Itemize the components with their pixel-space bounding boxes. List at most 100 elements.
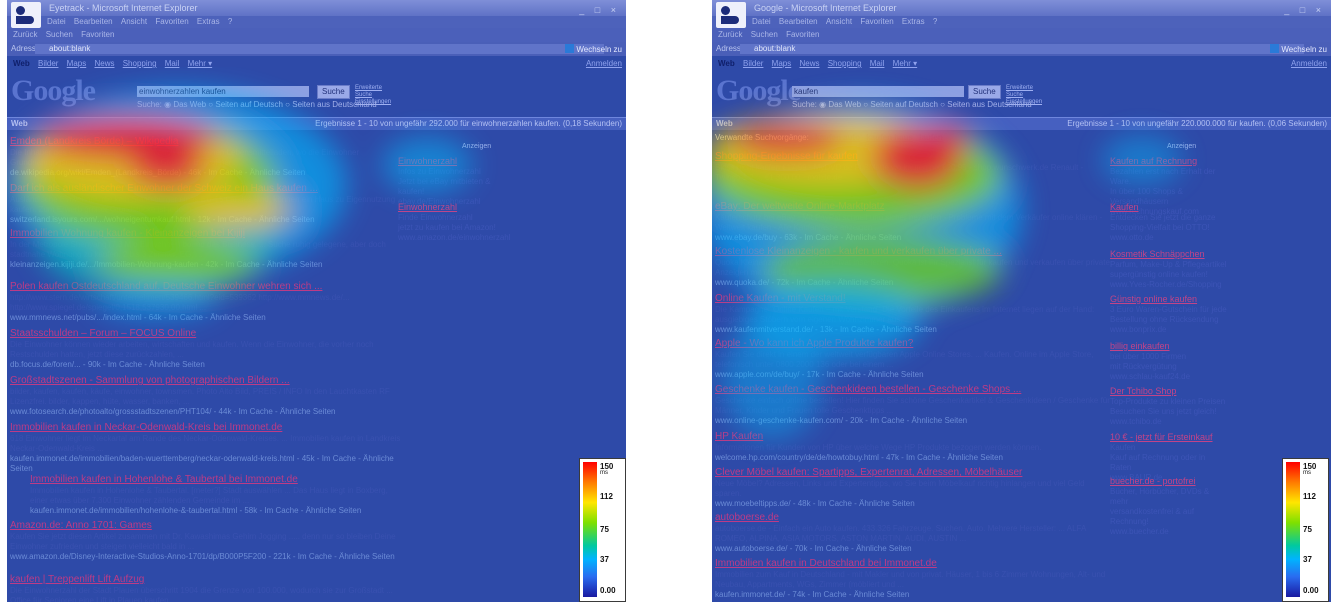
result-url[interactable]: www.moebeltipps.de/ - 48k - Im Cache - Ä… [715,499,1110,509]
signin-link[interactable]: Anmelden [1291,58,1327,70]
result-title[interactable]: Kostenlose Kleinanzeigen - kaufen und ve… [715,246,1110,258]
result-title[interactable]: Immobilien kaufen in Deutschland bei Imm… [715,558,1110,570]
menu-item-help[interactable]: ? [228,17,232,26]
result-url[interactable]: www.ebay.de/buy - 63k - Im Cache - Ähnli… [715,233,1110,243]
search-toolbar-button[interactable]: Suchen [751,30,778,39]
menu-item-view[interactable]: Ansicht [826,17,852,26]
nav-maps[interactable]: Maps [772,59,792,68]
ad-item[interactable]: Kaufen Entdecken Sie jetzt die ganze Sho… [1110,202,1228,243]
result-url[interactable]: welcome.hp.com/country/de/de/howtobuy.ht… [715,453,1110,463]
result-url[interactable]: kaufen.immonet.de/immobilien/hohenlohe-&… [30,506,405,516]
nav-shopping[interactable]: Shopping [123,59,157,68]
ad-item[interactable]: Einwohnerzahl Finde Einwohnerzahl jetzt … [398,202,516,243]
ad-item[interactable]: Günstig online kaufen 3 Euro Waren-Gutsc… [1110,294,1228,335]
ad-item[interactable]: Kosmetik Schnäppchen Parfum, Make-Up & P… [1110,249,1228,290]
back-button[interactable]: Zurück [13,30,37,39]
menu-item-file[interactable]: Datei [752,17,771,26]
menu-item-view[interactable]: Ansicht [121,17,147,26]
result-item[interactable]: Großstadtszenen - Sammlung von photograp… [10,375,405,417]
result-url[interactable]: www.mmnews.net/pubs/.../index.html - 64k… [10,313,405,323]
result-url[interactable]: de.wikipedia.org/wiki/Emden_(Landkreis_B… [10,168,405,178]
result-title[interactable]: kaufen | Treppenlift Lift Aufzug [10,574,405,586]
result-url[interactable]: www.online-geschenke-kaufen.com/ - 20k -… [715,416,1110,426]
menu-item-extras[interactable]: Extras [197,17,220,26]
search-button[interactable]: Suche [317,85,350,99]
nav-mail[interactable]: Mail [870,59,885,68]
result-title[interactable]: Immobilien kaufen in Neckar-Odenwald-Kre… [10,422,405,434]
result-title[interactable]: autoboerse.de [715,512,1110,524]
google-logo[interactable]: Google [11,74,96,108]
result-url[interactable]: kaufen.immonet.de/immobilien/baden-wuert… [10,454,405,474]
ad-title[interactable]: Günstig online kaufen [1110,294,1228,305]
result-item[interactable]: Immobilien kaufen in Neckar-Odenwald-Kre… [10,422,405,474]
result-item[interactable]: Amazon.de: Anno 1701: Games Kaufen Sie j… [10,520,405,562]
favorites-toolbar-button[interactable]: Favoriten [786,30,819,39]
nav-news[interactable]: News [799,59,819,68]
result-title[interactable]: Online Kaufen - mit Verstand! [715,293,1110,305]
result-item[interactable]: Immobilien kaufen in Deutschland bei Imm… [715,558,1110,600]
result-title[interactable]: Shopping-Ergebnisse für kaufen [715,151,1110,163]
result-title[interactable]: eBay: Der weltweite Online-Marktplatz [715,201,1110,213]
menu-item-file[interactable]: Datei [47,17,66,26]
address-input[interactable]: about:blank [35,44,604,54]
menu-item-help[interactable]: ? [933,17,937,26]
search-input[interactable]: kaufen [792,86,964,97]
nav-images[interactable]: Bilder [38,59,58,68]
result-title[interactable]: Großstadtszenen - Sammlung von photograp… [10,375,405,387]
favorites-toolbar-button[interactable]: Favoriten [81,30,114,39]
result-title[interactable]: Staatsschulden – Forum – FOCUS Online [10,328,405,340]
advanced-search-label[interactable]: Erweiterte Suche [1006,85,1042,99]
go-button[interactable]: Wechseln zu [1270,43,1327,57]
search-scope-radios[interactable]: Suche: ◉ Das Web ○ Seiten auf Deutsch ○ … [792,100,1032,109]
ad-title[interactable]: Einwohnerzahl [398,202,516,213]
result-url[interactable]: www.amazon.de/Disney-Interactive-Studios… [10,552,405,562]
go-button[interactable]: Wechseln zu [565,43,622,57]
menu-item-edit[interactable]: Bearbeiten [74,17,113,26]
result-title[interactable]: Immobilien kaufen in Hohenlohe & Taubert… [30,474,405,486]
result-item[interactable]: autoboerse.de autoboerse.de - Einfach ei… [715,512,1110,554]
menu-item-favorites[interactable]: Favoriten [860,17,893,26]
result-item[interactable]: Clever Möbel kaufen: Spartipps, Experten… [715,467,1110,509]
ad-title[interactable]: 10 € - jetzt für Ersteinkauf [1110,432,1228,443]
result-url[interactable]: db.focus.de/foren/... - 90k - Im Cache -… [10,360,405,370]
menu-item-extras[interactable]: Extras [902,17,925,26]
nav-news[interactable]: News [94,59,114,68]
result-title[interactable]: Clever Möbel kaufen: Spartipps, Experten… [715,467,1110,479]
result-url[interactable]: www.quoka.de/ - 72k - Im Cache - Ähnlich… [715,278,1110,288]
result-url[interactable]: www.apple.com/de/buy/ - 17k - Im Cache -… [715,370,1110,380]
ad-title[interactable]: buecher.de - portofrei [1110,476,1228,487]
result-url[interactable]: kaufen.immonet.de/ - 74k - Im Cache - Äh… [715,590,1110,600]
nav-maps[interactable]: Maps [67,59,87,68]
signin-link[interactable]: Anmelden [586,58,622,70]
result-item[interactable]: HP Kaufen Informationen für Kunden von H… [715,431,1110,463]
nav-web[interactable]: Web [718,59,735,68]
result-url[interactable]: www.fotosearch.de/photoalto/grossstadtsz… [10,407,405,417]
related-link[interactable]: kaufen haus [866,133,913,142]
result-item[interactable]: Geschenke kaufen - Geschenkideen bestell… [715,384,1110,426]
nav-more[interactable]: Mehr ▾ [893,59,917,68]
result-item[interactable]: Apple - Wo kann ich Apple Produkte kaufe… [715,338,1110,380]
result-item[interactable]: kaufen | Treppenlift Lift Aufzug Die Ein… [10,574,405,602]
result-item[interactable]: eBay: Der weltweite Online-Marktplatz Kä… [715,201,1110,243]
nav-shopping[interactable]: Shopping [828,59,862,68]
ad-item[interactable]: buecher.de - portofrei Bücher, Hörbücher… [1110,476,1228,537]
result-url[interactable]: www.kaufenmitverstand.de/ - 13k - Im Cac… [715,325,1110,335]
result-url[interactable]: www.autoboerse.de/ - 70k - Im Cache - Äh… [715,544,1110,554]
nav-images[interactable]: Bilder [743,59,763,68]
result-item[interactable]: Online Kaufen - mit Verstand! Die Kampag… [715,293,1110,335]
address-input[interactable]: about:blank [740,44,1304,54]
search-toolbar-button[interactable]: Suchen [46,30,73,39]
nav-more[interactable]: Mehr ▾ [188,59,212,68]
shopping-result[interactable]: Shopping-Ergebnisse für kaufen Bloss nic… [715,151,1110,183]
nav-web[interactable]: Web [13,59,30,68]
related-link[interactable]: kaufen auto [815,133,860,142]
result-title[interactable]: Polen kaufen Ostdeutschland auf. Deutsch… [10,281,405,293]
ad-item[interactable]: Der Tchibo Shop Top-Produkte zu kleinen … [1110,386,1228,427]
ad-title[interactable]: Kaufen [1110,202,1228,213]
google-logo[interactable]: Google [716,74,801,108]
result-title[interactable]: Emden (Landkreis Börde) – Wikipedia [10,136,405,148]
result-url[interactable]: kleinanzeigen.kijiji.de/.../Immobilien-W… [10,260,405,270]
related-link[interactable]: laufen [919,133,943,142]
result-title[interactable]: Geschenke kaufen - Geschenkideen bestell… [715,384,1110,396]
ad-item[interactable]: billig einkaufen bei über 1000 Firmen mi… [1110,341,1228,382]
